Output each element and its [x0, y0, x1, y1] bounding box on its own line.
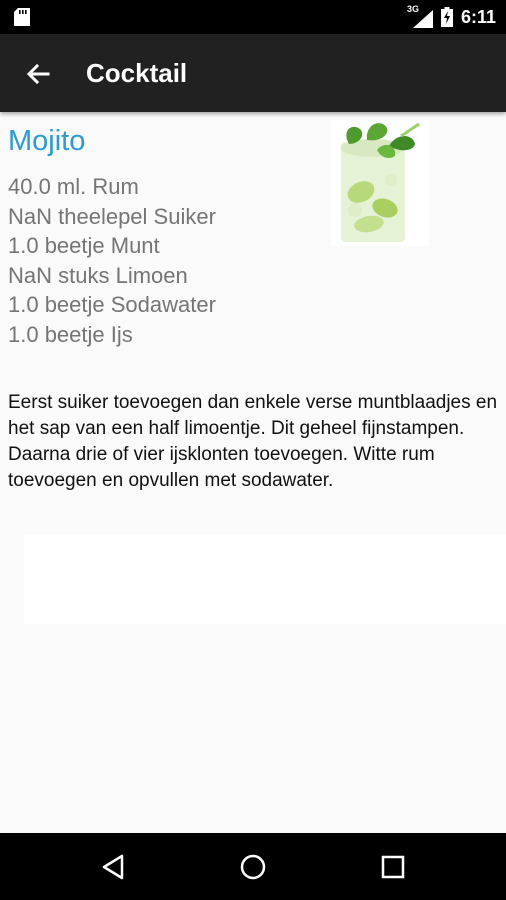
- triangle-back-icon: [102, 854, 124, 880]
- signal-icon: [412, 10, 433, 28]
- drink-image: [331, 120, 429, 246]
- page-title: Cocktail: [86, 58, 188, 88]
- back-button[interactable]: [22, 58, 54, 90]
- ingredient-item: 1.0 beetje Sodawater: [8, 292, 216, 318]
- blank-panel: [24, 534, 506, 624]
- instructions-text: Eerst suiker toevoegen dan enkele verse …: [8, 392, 498, 491]
- status-time: 6:11: [460, 6, 496, 27]
- ingredient-item: 1.0 beetje Munt: [8, 233, 160, 259]
- navigation-bar: [0, 833, 506, 900]
- status-bar: 3G 6:11: [0, 0, 506, 34]
- recipe-content: Mojito 40.0 ml. Rum NaN theelepel Suiker…: [0, 112, 506, 833]
- ingredient-item: 1.0 beetje Ijs: [8, 321, 133, 347]
- circle-home-icon: [240, 854, 266, 880]
- nav-recents-button[interactable]: [377, 851, 409, 883]
- ingredient-item: NaN theelepel Suiker: [8, 203, 216, 229]
- ingredient-list: 40.0 ml. Rum NaN theelepel Suiker 1.0 be…: [8, 172, 216, 350]
- sd-card-icon: [14, 8, 30, 26]
- network-indicator: 3G: [407, 4, 433, 28]
- arrow-back-icon: [26, 63, 50, 85]
- ingredient-item: 40.0 ml. Rum: [8, 174, 139, 199]
- ingredient-item: NaN stuks Limoen: [8, 262, 188, 288]
- square-recents-icon: [381, 855, 405, 879]
- nav-home-button[interactable]: [237, 851, 269, 883]
- drink-title: Mojito: [8, 125, 86, 157]
- app-bar: Cocktail: [0, 34, 506, 112]
- nav-back-button[interactable]: [98, 851, 130, 883]
- battery-charging-icon: [440, 7, 453, 27]
